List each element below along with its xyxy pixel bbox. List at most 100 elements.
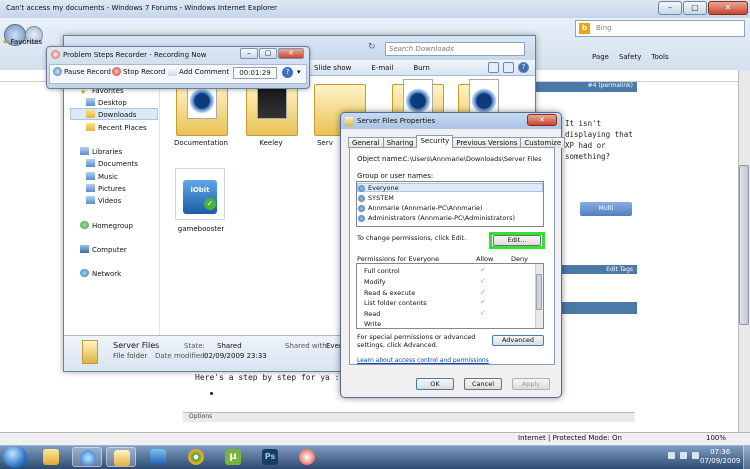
list-item[interactable]: SYSTEM — [358, 194, 394, 202]
stop-icon — [112, 67, 121, 76]
multi-quote-button[interactable]: Multi — [580, 202, 632, 216]
pause-record-button[interactable]: Pause Record — [53, 67, 111, 76]
permissions-scrollbar-thumb[interactable] — [536, 274, 542, 310]
computer-icon — [80, 245, 89, 253]
desktop-icon — [86, 98, 95, 106]
nav-libraries[interactable]: Libraries — [80, 147, 122, 156]
ok-button[interactable]: OK — [416, 378, 454, 390]
view-controls: ? — [488, 62, 529, 73]
group-name: Administrators (Annmarie-PC\Administrato… — [368, 214, 516, 222]
show-desktop-button[interactable] — [743, 446, 750, 469]
favorites-button[interactable]: ★ Favorites — [2, 38, 42, 46]
options-label: Options — [189, 413, 213, 420]
taskbar-app-photoshop[interactable]: Ps — [255, 447, 285, 467]
ie-icon — [80, 450, 96, 466]
tab-security[interactable]: Security — [416, 135, 454, 148]
preview-pane-icon[interactable] — [503, 62, 514, 73]
permission-row: Modify — [364, 278, 386, 286]
list-item[interactable]: Annmarie (Annmarie-PC\Annmarie) — [358, 204, 483, 212]
ie-search-input[interactable]: Bing — [575, 20, 745, 37]
psr-close-button[interactable]: ✕ — [278, 48, 304, 59]
nav-music[interactable]: Music — [86, 172, 118, 181]
apply-button[interactable]: Apply — [512, 378, 550, 390]
post-header-bar: #4 (permalink) — [535, 82, 637, 92]
permission-row: Read & execute — [364, 289, 416, 297]
slide-show-button[interactable]: Slide show — [314, 64, 351, 72]
edit-button[interactable]: Edit... — [493, 235, 541, 246]
network-icon — [80, 269, 89, 277]
ie-search-placeholder: Bing — [596, 24, 612, 32]
file-label[interactable]: Documentation — [166, 139, 236, 147]
folder-icon[interactable] — [176, 79, 228, 136]
safety-menu[interactable]: Safety — [619, 53, 641, 61]
file-label[interactable]: Keeley — [236, 139, 306, 147]
dialog-close-button[interactable]: ✕ — [527, 114, 557, 126]
explorer-search-input[interactable]: Search Downloads — [385, 42, 525, 56]
advanced-button[interactable]: Advanced — [492, 335, 544, 346]
details-name: Server Files — [113, 341, 160, 350]
nav-pictures[interactable]: Pictures — [86, 184, 126, 193]
taskbar-app-explorer[interactable] — [106, 447, 136, 467]
clock[interactable]: 07:36 07/09/2009 — [700, 448, 740, 466]
taskbar-app-utorrent[interactable]: µ — [218, 447, 248, 467]
volume-icon[interactable] — [692, 452, 699, 459]
folder-icon[interactable] — [246, 79, 298, 136]
record-icon — [51, 50, 60, 59]
taskbar-app-chrome[interactable] — [181, 447, 211, 467]
taskbar-app-media[interactable] — [143, 447, 173, 467]
nav-documents[interactable]: Documents — [86, 159, 138, 168]
tray-icon[interactable] — [668, 452, 675, 459]
deny-header: Deny — [511, 255, 528, 263]
security-zone[interactable]: Internet | Protected Mode: On — [518, 434, 622, 442]
page-scrollbar-thumb[interactable] — [739, 165, 749, 325]
nav-network[interactable]: Network — [80, 269, 121, 278]
help-icon[interactable]: ? — [518, 62, 529, 73]
zoom-level[interactable]: 100% — [706, 434, 726, 442]
view-options-icon[interactable] — [488, 62, 499, 73]
favorites-label: Favorites — [10, 38, 43, 46]
post-permalink[interactable]: #4 (permalink) — [588, 82, 637, 89]
ie-maximize-button[interactable]: ▢ — [683, 1, 707, 15]
start-button[interactable] — [3, 446, 27, 468]
burn-button[interactable]: Burn — [413, 64, 429, 72]
psr-maximize-button[interactable]: ▢ — [259, 48, 277, 59]
help-icon[interactable]: ? — [282, 67, 293, 78]
nav-videos[interactable]: Videos — [86, 196, 121, 205]
object-name-label: Object name: — [357, 155, 405, 163]
taskbar-app-steps[interactable] — [36, 447, 66, 467]
stop-record-button[interactable]: Stop Record — [112, 67, 165, 76]
psr-minimize-button[interactable]: – — [240, 48, 258, 59]
nav-desktop[interactable]: Desktop — [86, 98, 127, 107]
details-shared-label: Shared with: — [285, 342, 330, 350]
cancel-button[interactable]: Cancel — [464, 378, 502, 390]
page-menu[interactable]: Page — [592, 53, 609, 61]
user-icon — [358, 204, 365, 212]
file-label[interactable]: gamebooster — [166, 225, 236, 233]
list-item[interactable]: Everyone — [358, 184, 399, 192]
chevron-down-icon[interactable]: ▾ — [297, 68, 301, 76]
ie-close-button[interactable]: ✕ — [708, 1, 748, 15]
taskbar-app-ie[interactable] — [72, 447, 102, 467]
nav-label: Music — [98, 173, 118, 181]
nav-downloads[interactable]: Downloads — [86, 110, 136, 119]
documents-icon — [86, 159, 95, 167]
email-button[interactable]: E-mail — [371, 64, 393, 72]
nav-homegroup[interactable]: Homegroup — [80, 221, 133, 230]
library-icon — [80, 147, 89, 155]
refresh-icon[interactable]: ↻ — [368, 42, 380, 56]
ie-title: Can't access my documents - Windows 7 Fo… — [6, 4, 278, 12]
taskbar-app-recorder[interactable] — [292, 447, 322, 467]
nav-recent[interactable]: Recent Places — [86, 123, 147, 132]
nav-computer[interactable]: Computer — [80, 245, 127, 254]
ie-command-bar: Page Safety Tools — [592, 53, 669, 61]
network-icon[interactable] — [680, 452, 687, 459]
edit-tags-link[interactable]: Edit Tags — [550, 265, 637, 274]
learn-more-link[interactable]: Learn about access control and permissio… — [357, 357, 489, 364]
nav-label: Pictures — [98, 185, 126, 193]
list-item[interactable]: Administrators (Annmarie-PC\Administrato… — [358, 214, 515, 222]
ie-minimize-button[interactable]: – — [658, 1, 682, 15]
add-comment-button[interactable]: Add Comment — [168, 67, 229, 76]
file-label[interactable]: Serv — [310, 139, 340, 147]
tools-menu[interactable]: Tools — [651, 53, 668, 61]
nav-label: Videos — [98, 197, 122, 205]
